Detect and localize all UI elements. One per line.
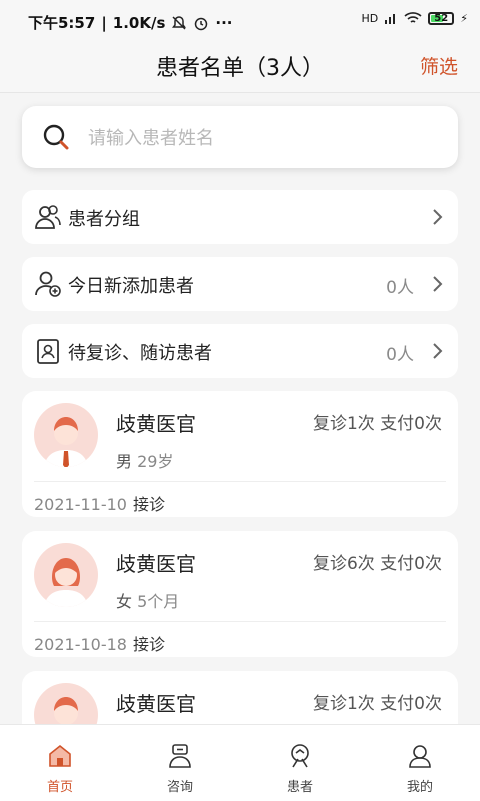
tab-label: 首页 xyxy=(46,780,73,795)
menu-label: 患者分组 xyxy=(68,209,140,230)
menu-count: 0人 xyxy=(386,345,414,365)
patient-card[interactable]: 歧黄医官 复诊1次 支付0次 男 29岁 2021-11-10 接诊 xyxy=(22,391,458,517)
menu-new-patients-today[interactable]: 今日新添加患者 0人 xyxy=(22,257,458,311)
visit-date: 2021-11-10 xyxy=(34,495,127,514)
page-header: 患者名单（3人） 筛选 xyxy=(0,40,480,93)
tab-patients[interactable]: 患者 xyxy=(240,725,360,801)
patient-meta: 女 5个月 xyxy=(116,588,179,612)
battery-icon: 52 xyxy=(428,11,455,25)
search-icon xyxy=(43,124,69,150)
status-left: 下午5:57 | 1.0K/s ··· xyxy=(28,13,233,33)
status-time: 下午5:57 xyxy=(28,14,96,32)
tab-label: 我的 xyxy=(406,780,433,795)
search-box[interactable] xyxy=(22,106,458,168)
bottom-tab-bar: 首页 咨询 患者 我的 xyxy=(0,724,480,801)
tab-home[interactable]: 首页 xyxy=(0,725,120,801)
wifi-icon xyxy=(404,12,422,23)
profile-icon xyxy=(409,745,431,768)
chevron-right-icon xyxy=(433,209,443,225)
menu-label: 待复诊、随访患者 xyxy=(68,343,212,364)
consult-icon xyxy=(169,744,191,768)
hd-label: HD xyxy=(361,11,379,25)
visit-info: 2021-11-10 接诊 xyxy=(34,491,165,515)
menu-followup-patients[interactable]: 待复诊、随访患者 0人 xyxy=(22,324,458,378)
chevron-right-icon xyxy=(433,276,443,292)
tab-consult[interactable]: 咨询 xyxy=(120,725,240,801)
patient-stats: 复诊6次 支付0次 xyxy=(312,554,442,574)
patient-stats: 复诊1次 支付0次 xyxy=(312,414,442,434)
status-bar: 下午5:57 | 1.0K/s ··· HD 52 ⚡ xyxy=(0,0,480,40)
add-patient-icon xyxy=(35,271,61,297)
search-input[interactable] xyxy=(86,122,430,154)
filter-button[interactable]: 筛选 xyxy=(420,52,458,79)
divider xyxy=(34,621,446,622)
female-avatar xyxy=(34,543,98,607)
patient-age: 29岁 xyxy=(137,452,174,471)
patient-name: 歧黄医官 xyxy=(116,552,196,576)
charging-icon: ⚡ xyxy=(460,11,468,25)
signal-icon xyxy=(385,14,396,24)
mute-bell-icon xyxy=(172,15,187,30)
visit-date: 2021-10-18 xyxy=(34,635,127,654)
visit-info: 2021-10-18 接诊 xyxy=(34,631,165,655)
menu-patient-groups[interactable]: 患者分组 xyxy=(22,190,458,244)
divider xyxy=(34,481,446,482)
male-avatar xyxy=(34,403,98,467)
patient-stats: 复诊1次 支付0次 xyxy=(312,694,442,714)
followup-icon xyxy=(37,339,59,364)
visit-action: 接诊 xyxy=(132,495,165,514)
alarm-icon xyxy=(195,17,208,30)
menu-count: 0人 xyxy=(386,278,414,298)
home-icon xyxy=(49,744,71,767)
visit-action: 接诊 xyxy=(132,635,165,654)
more-dots-icon: ··· xyxy=(215,13,233,32)
patient-card[interactable]: 歧黄医官 复诊6次 支付0次 女 5个月 2021-10-18 接诊 xyxy=(22,531,458,657)
patients-icon xyxy=(291,744,309,768)
network-speed: 1.0K/s xyxy=(112,13,166,32)
patient-meta: 男 29岁 xyxy=(116,448,173,472)
patient-age: 5个月 xyxy=(137,592,180,611)
tab-label: 咨询 xyxy=(166,780,193,795)
tab-profile[interactable]: 我的 xyxy=(360,725,480,801)
patient-gender: 女 xyxy=(116,592,133,611)
menu-label: 今日新添加患者 xyxy=(68,276,194,297)
chevron-right-icon xyxy=(433,343,443,359)
patient-name: 歧黄医官 xyxy=(116,692,196,716)
page-title: 患者名单（3人） xyxy=(156,56,324,81)
tab-label: 患者 xyxy=(286,780,313,795)
status-right: HD 52 ⚡ xyxy=(362,11,468,25)
group-icon xyxy=(35,205,61,229)
patient-name: 歧黄医官 xyxy=(116,412,196,436)
patient-gender: 男 xyxy=(116,452,133,471)
